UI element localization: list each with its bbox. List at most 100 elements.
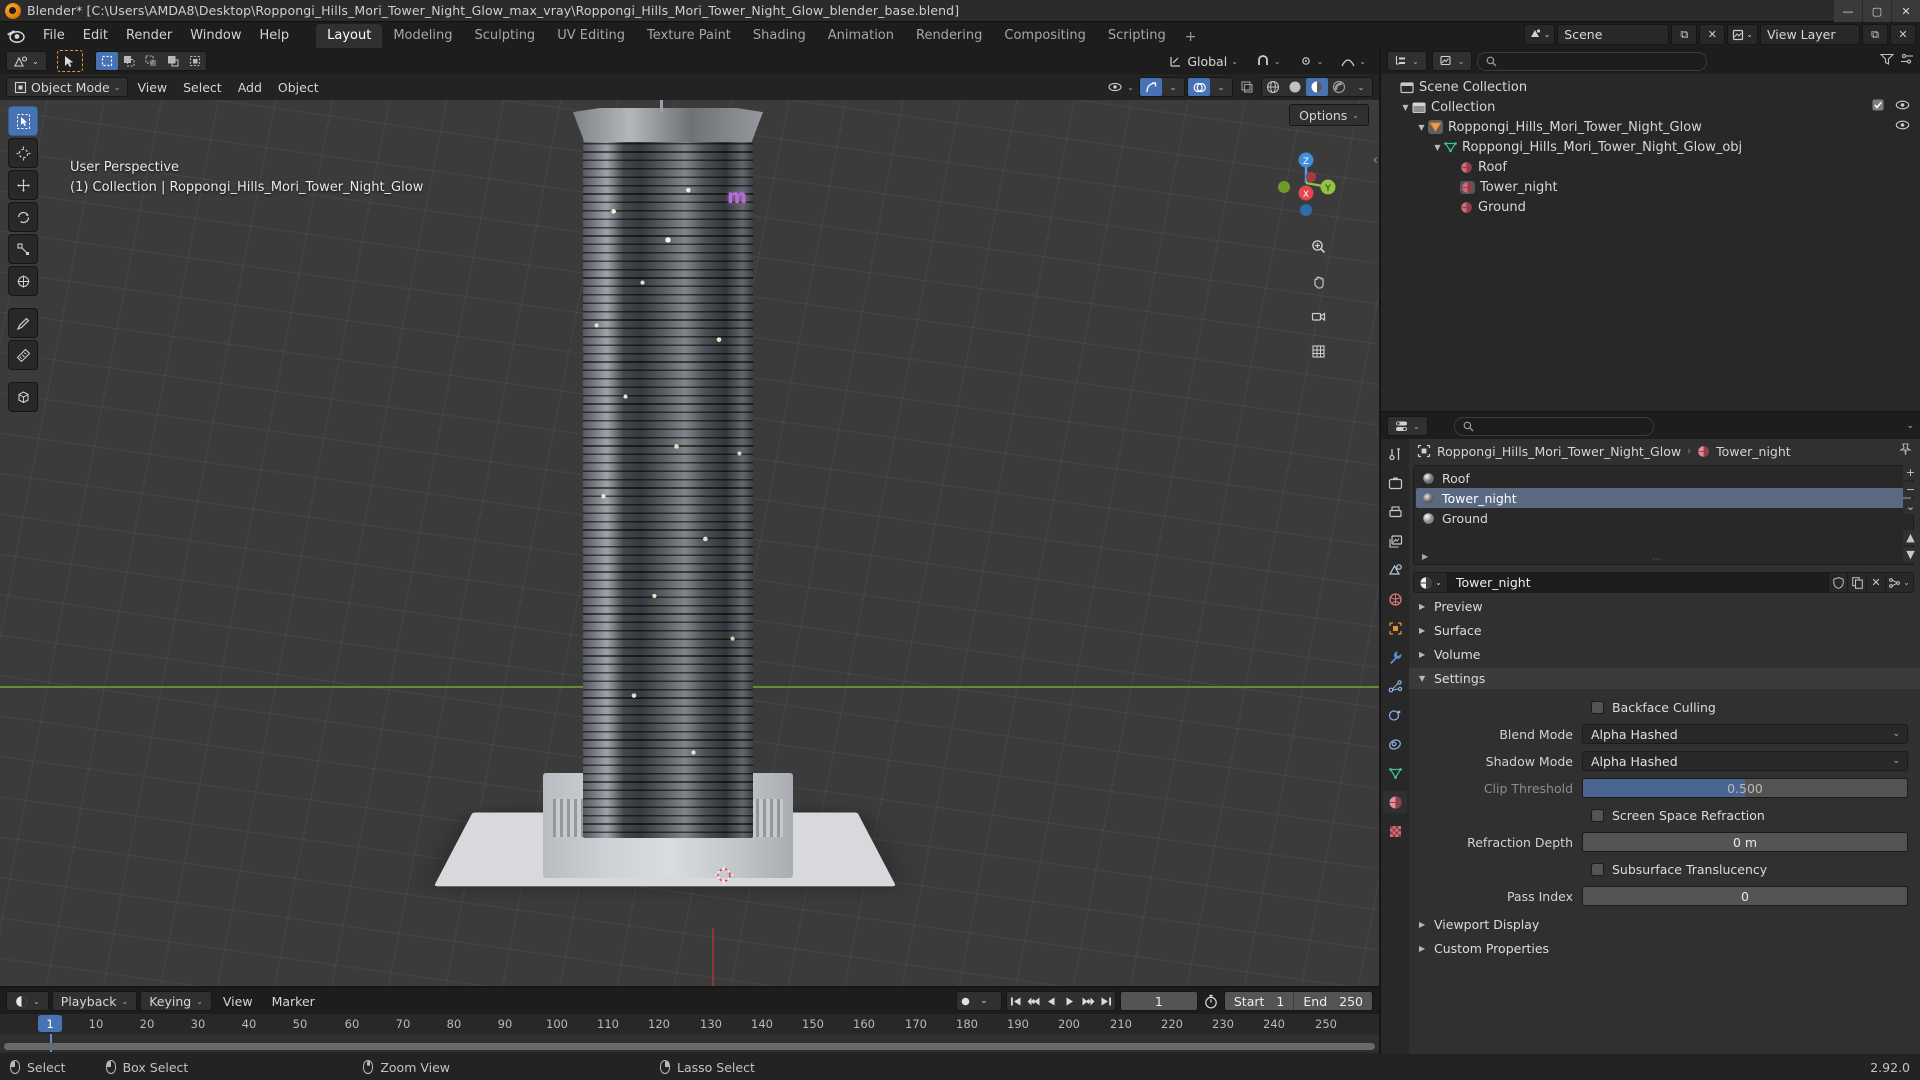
proportional-edit-icon[interactable]: ⌄ xyxy=(1334,51,1373,71)
workspace-tab-uv-editing[interactable]: UV Editing xyxy=(546,24,636,48)
shading-mode-group[interactable]: ⌄ xyxy=(1261,77,1373,97)
playhead-frame-badge[interactable]: 1 xyxy=(38,1015,62,1032)
material-slot-list[interactable]: Roof Tower_night Ground ▶ ⋯ xyxy=(1413,465,1914,565)
toggle-ortho-icon[interactable] xyxy=(1305,338,1331,364)
timeline-menu-view[interactable]: View xyxy=(215,991,261,1011)
constraints-icon[interactable] xyxy=(1383,733,1407,755)
select-mode-group[interactable] xyxy=(94,51,207,71)
eye-icon[interactable]: ⌄ xyxy=(1101,77,1137,97)
panel-surface[interactable]: ▶ Surface xyxy=(1409,620,1920,641)
record-icon[interactable] xyxy=(957,992,975,1010)
outliner-editor-type-icon[interactable]: ⌄ xyxy=(1387,51,1427,71)
tool-icon[interactable] xyxy=(1383,443,1407,465)
mesh-data-icon[interactable] xyxy=(1383,762,1407,784)
add-material-slot-button[interactable]: + xyxy=(1903,465,1918,480)
view-layer-icon[interactable]: ⌄ xyxy=(1727,24,1758,45)
add-cube-tool-icon[interactable] xyxy=(8,382,38,412)
pass-index-field[interactable]: 0 xyxy=(1582,886,1908,906)
scene-name-field[interactable]: Scene xyxy=(1557,24,1670,45)
annotate-tool-icon[interactable] xyxy=(8,308,38,338)
timeline-editor-type-icon[interactable]: ⌄ xyxy=(6,991,49,1011)
material-slot-roof[interactable]: Roof xyxy=(1416,468,1911,488)
outliner-item-collection[interactable]: ▼ Collection xyxy=(1381,97,1920,117)
workspace-tab-animation[interactable]: Animation xyxy=(817,24,905,48)
invert-select-icon[interactable] xyxy=(162,52,184,70)
material-preview-icon[interactable] xyxy=(1306,78,1328,96)
move-slot-up-button[interactable]: ▲ xyxy=(1903,530,1918,545)
menu-edit[interactable]: Edit xyxy=(74,25,117,46)
transform-tool-icon[interactable] xyxy=(8,266,38,296)
pivot-icon[interactable]: ⌄ xyxy=(1292,51,1331,71)
properties-collapse-icon[interactable]: ⌄ xyxy=(1906,421,1914,431)
camera-view-icon[interactable] xyxy=(1305,303,1331,329)
play-icon[interactable] xyxy=(1061,992,1079,1010)
shield-icon[interactable] xyxy=(1829,572,1848,593)
images-icon[interactable] xyxy=(1383,530,1407,552)
transform-orientation-selector[interactable]: Global ⌄ xyxy=(1162,51,1245,71)
outliner-item-scene-collection[interactable]: ▼ Scene Collection xyxy=(1381,77,1920,97)
move-slot-down-button[interactable]: ▼ xyxy=(1903,547,1918,562)
editor-type-icon[interactable]: ⌄ xyxy=(6,51,47,71)
panel-viewport-display[interactable]: ▶ Viewport Display xyxy=(1409,914,1920,935)
prev-keyframe-icon[interactable] xyxy=(1025,992,1043,1010)
properties-editor-type-icon[interactable]: ⌄ xyxy=(1387,416,1428,436)
object-props-icon[interactable] xyxy=(1383,617,1407,639)
material-name-input[interactable]: Tower_night xyxy=(1447,572,1829,593)
timeline-keyframe-area[interactable] xyxy=(0,1034,1379,1052)
subtract-select-icon[interactable] xyxy=(140,52,162,70)
screen-space-refraction-checkbox[interactable] xyxy=(1591,808,1604,822)
viewport-menu-object[interactable]: Object xyxy=(271,77,326,97)
overlays-dropdown-icon[interactable]: ⌄ xyxy=(1210,78,1232,96)
viewport-menu-add[interactable]: Add xyxy=(231,77,269,97)
navigation-gizmo[interactable]: Z Y X xyxy=(1271,148,1341,218)
resize-grip[interactable]: ⋯ xyxy=(1653,556,1675,565)
object-mode-selector[interactable]: Object Mode ⌄ xyxy=(6,77,129,97)
outliner-item-ground-material[interactable]: ▼ Ground xyxy=(1381,197,1920,217)
overlays-icon[interactable] xyxy=(1188,78,1210,96)
timeline-menu-playback[interactable]: Playback ⌄ xyxy=(51,991,138,1011)
chevron-down-icon[interactable]: ⌄ xyxy=(975,992,993,1010)
particles-icon[interactable] xyxy=(1383,675,1407,697)
jump-end-icon[interactable] xyxy=(1097,992,1115,1010)
pin-icon[interactable] xyxy=(1899,443,1912,459)
expander-icon[interactable]: ▼ xyxy=(1399,103,1412,112)
timeline-horizontal-scrollbar[interactable] xyxy=(4,1043,1375,1050)
eye-icon[interactable] xyxy=(1895,119,1910,135)
subsurface-translucency-row[interactable]: Subsurface Translucency xyxy=(1415,859,1908,879)
subsurface-translucency-checkbox[interactable] xyxy=(1591,862,1604,876)
gizmo-toggle-group[interactable]: ⌄ xyxy=(1139,77,1185,97)
timeline-ruler[interactable]: 1 10 20 30 40 50 60 70 80 90 100 110 120… xyxy=(0,1014,1379,1034)
blender-menu-icon[interactable] xyxy=(6,26,26,44)
stopwatch-icon[interactable] xyxy=(1202,994,1220,1009)
workspace-tab-texture-paint[interactable]: Texture Paint xyxy=(636,24,742,48)
auto-keying-toggle[interactable]: ⌄ xyxy=(955,991,1002,1011)
rotate-tool-icon[interactable] xyxy=(8,202,38,232)
gizmo-dropdown-icon[interactable]: ⌄ xyxy=(1162,78,1184,96)
backface-culling-row[interactable]: Backface Culling xyxy=(1415,697,1908,717)
viewport-menu-select[interactable]: Select xyxy=(176,77,229,97)
wireframe-icon[interactable] xyxy=(1262,78,1284,96)
scene-icon[interactable]: ⌄ xyxy=(1523,24,1556,45)
set-select-icon[interactable] xyxy=(95,52,118,70)
outliner-item-roppongi-mesh[interactable]: ▼ Roppongi_Hills_Mori_Tower_Night_Glow_o… xyxy=(1381,137,1920,157)
start-frame-field[interactable]: Start 1 xyxy=(1225,992,1293,1010)
menu-help[interactable]: Help xyxy=(251,25,299,46)
wrench-icon[interactable] xyxy=(1383,646,1407,668)
workspace-tab-layout[interactable]: Layout xyxy=(316,24,383,48)
timeline-menu-marker[interactable]: Marker xyxy=(264,991,323,1011)
workspace-tab-shading[interactable]: Shading xyxy=(742,24,817,48)
menu-file[interactable]: File xyxy=(34,25,74,46)
minimize-button[interactable]: — xyxy=(1834,0,1862,22)
tweak-select-tool-icon[interactable] xyxy=(8,106,38,136)
gizmo-icon[interactable] xyxy=(1140,78,1162,96)
shadow-mode-dropdown[interactable]: Alpha Hashed ⌄ xyxy=(1582,751,1908,771)
remove-scene-button[interactable]: ✕ xyxy=(1699,24,1726,45)
eye-icon[interactable] xyxy=(1895,99,1910,115)
pan-navigate-icon[interactable] xyxy=(1305,268,1331,294)
workspace-tab-rendering[interactable]: Rendering xyxy=(905,24,993,48)
panel-preview[interactable]: ▶ Preview xyxy=(1409,596,1920,617)
rendered-icon[interactable] xyxy=(1328,78,1350,96)
add-workspace-button[interactable]: + xyxy=(1177,26,1205,48)
filter-icon[interactable] xyxy=(1879,53,1895,69)
material-slot-ground[interactable]: Ground xyxy=(1416,508,1911,528)
